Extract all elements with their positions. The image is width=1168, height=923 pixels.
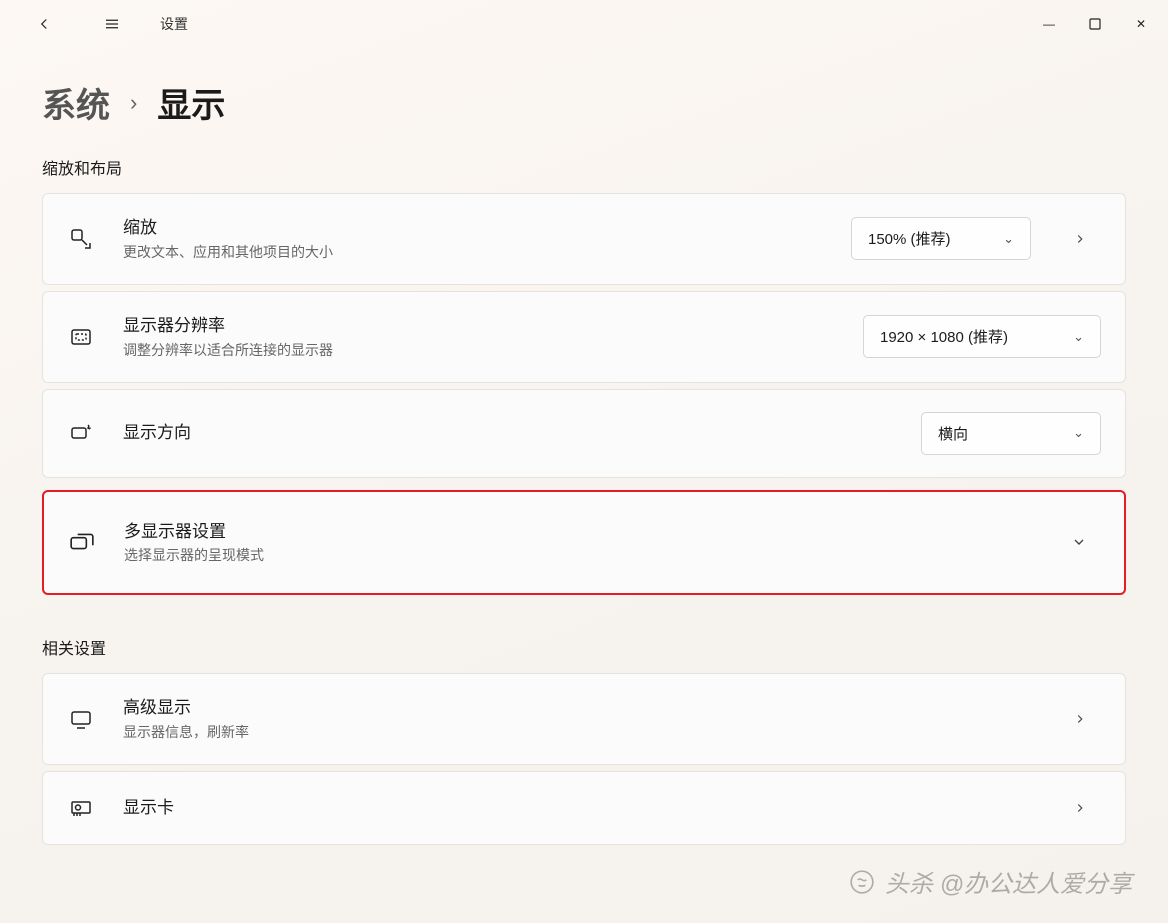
scale-title: 缩放 [123, 216, 823, 240]
scale-icon [67, 225, 95, 253]
advanced-display-subtitle: 显示器信息，刷新率 [123, 722, 1031, 742]
chevron-down-icon: ⌄ [1003, 231, 1014, 247]
multi-display-title: 多显示器设置 [124, 520, 1030, 544]
graphics-row[interactable]: 显示卡 [42, 771, 1126, 845]
watermark-text: 头杀 @办公达人爱分享 [849, 864, 1132, 899]
orientation-dropdown[interactable]: 横向 ⌄ [921, 412, 1101, 455]
scale-row[interactable]: 缩放 更改文本、应用和其他项目的大小 150% (推荐) ⌄ [42, 193, 1126, 285]
nav-menu-button[interactable] [92, 4, 132, 44]
chevron-down-icon: ⌄ [1073, 329, 1084, 345]
back-button[interactable] [24, 4, 64, 44]
breadcrumb-current: 显示 [157, 78, 225, 127]
resolution-subtitle: 调整分辨率以适合所连接的显示器 [123, 340, 835, 360]
orientation-title: 显示方向 [123, 421, 893, 445]
app-title: 设置 [160, 14, 188, 34]
monitor-icon [67, 705, 95, 733]
scale-value: 150% (推荐) [868, 228, 951, 249]
chevron-right-icon: › [130, 90, 137, 116]
multi-display-icon [68, 528, 96, 556]
maximize-button[interactable] [1072, 8, 1118, 40]
resolution-icon [67, 323, 95, 351]
resolution-value: 1920 × 1080 (推荐) [880, 326, 1008, 347]
graphics-title: 显示卡 [123, 796, 1031, 820]
resolution-row[interactable]: 显示器分辨率 调整分辨率以适合所连接的显示器 1920 × 1080 (推荐) … [42, 291, 1126, 383]
section-title-related: 相关设置 [42, 635, 1126, 659]
graphics-arrow[interactable] [1059, 801, 1101, 815]
graphics-card-icon [67, 794, 95, 822]
orientation-icon [67, 419, 95, 447]
resolution-title: 显示器分辨率 [123, 314, 835, 338]
window-titlebar: 设置 — ✕ [0, 0, 1168, 48]
multi-display-row[interactable]: 多显示器设置 选择显示器的呈现模式 [42, 490, 1126, 596]
section-title-layout: 缩放和布局 [42, 155, 1126, 179]
scale-dropdown[interactable]: 150% (推荐) ⌄ [851, 217, 1031, 260]
close-button[interactable]: ✕ [1118, 8, 1164, 40]
orientation-value: 横向 [938, 423, 968, 444]
advanced-display-arrow[interactable] [1059, 712, 1101, 726]
orientation-row[interactable]: 显示方向 横向 ⌄ [42, 389, 1126, 478]
multi-display-expand[interactable] [1058, 534, 1100, 550]
scale-detail-arrow[interactable] [1059, 232, 1101, 246]
scale-subtitle: 更改文本、应用和其他项目的大小 [123, 242, 823, 262]
advanced-display-row[interactable]: 高级显示 显示器信息，刷新率 [42, 673, 1126, 765]
advanced-display-title: 高级显示 [123, 696, 1031, 720]
multi-display-subtitle: 选择显示器的呈现模式 [124, 545, 1030, 565]
chevron-down-icon: ⌄ [1073, 425, 1084, 441]
breadcrumb: 系统 › 显示 [42, 78, 1126, 127]
minimize-button[interactable]: — [1026, 8, 1072, 40]
resolution-dropdown[interactable]: 1920 × 1080 (推荐) ⌄ [863, 315, 1101, 358]
breadcrumb-parent[interactable]: 系统 [42, 78, 110, 127]
